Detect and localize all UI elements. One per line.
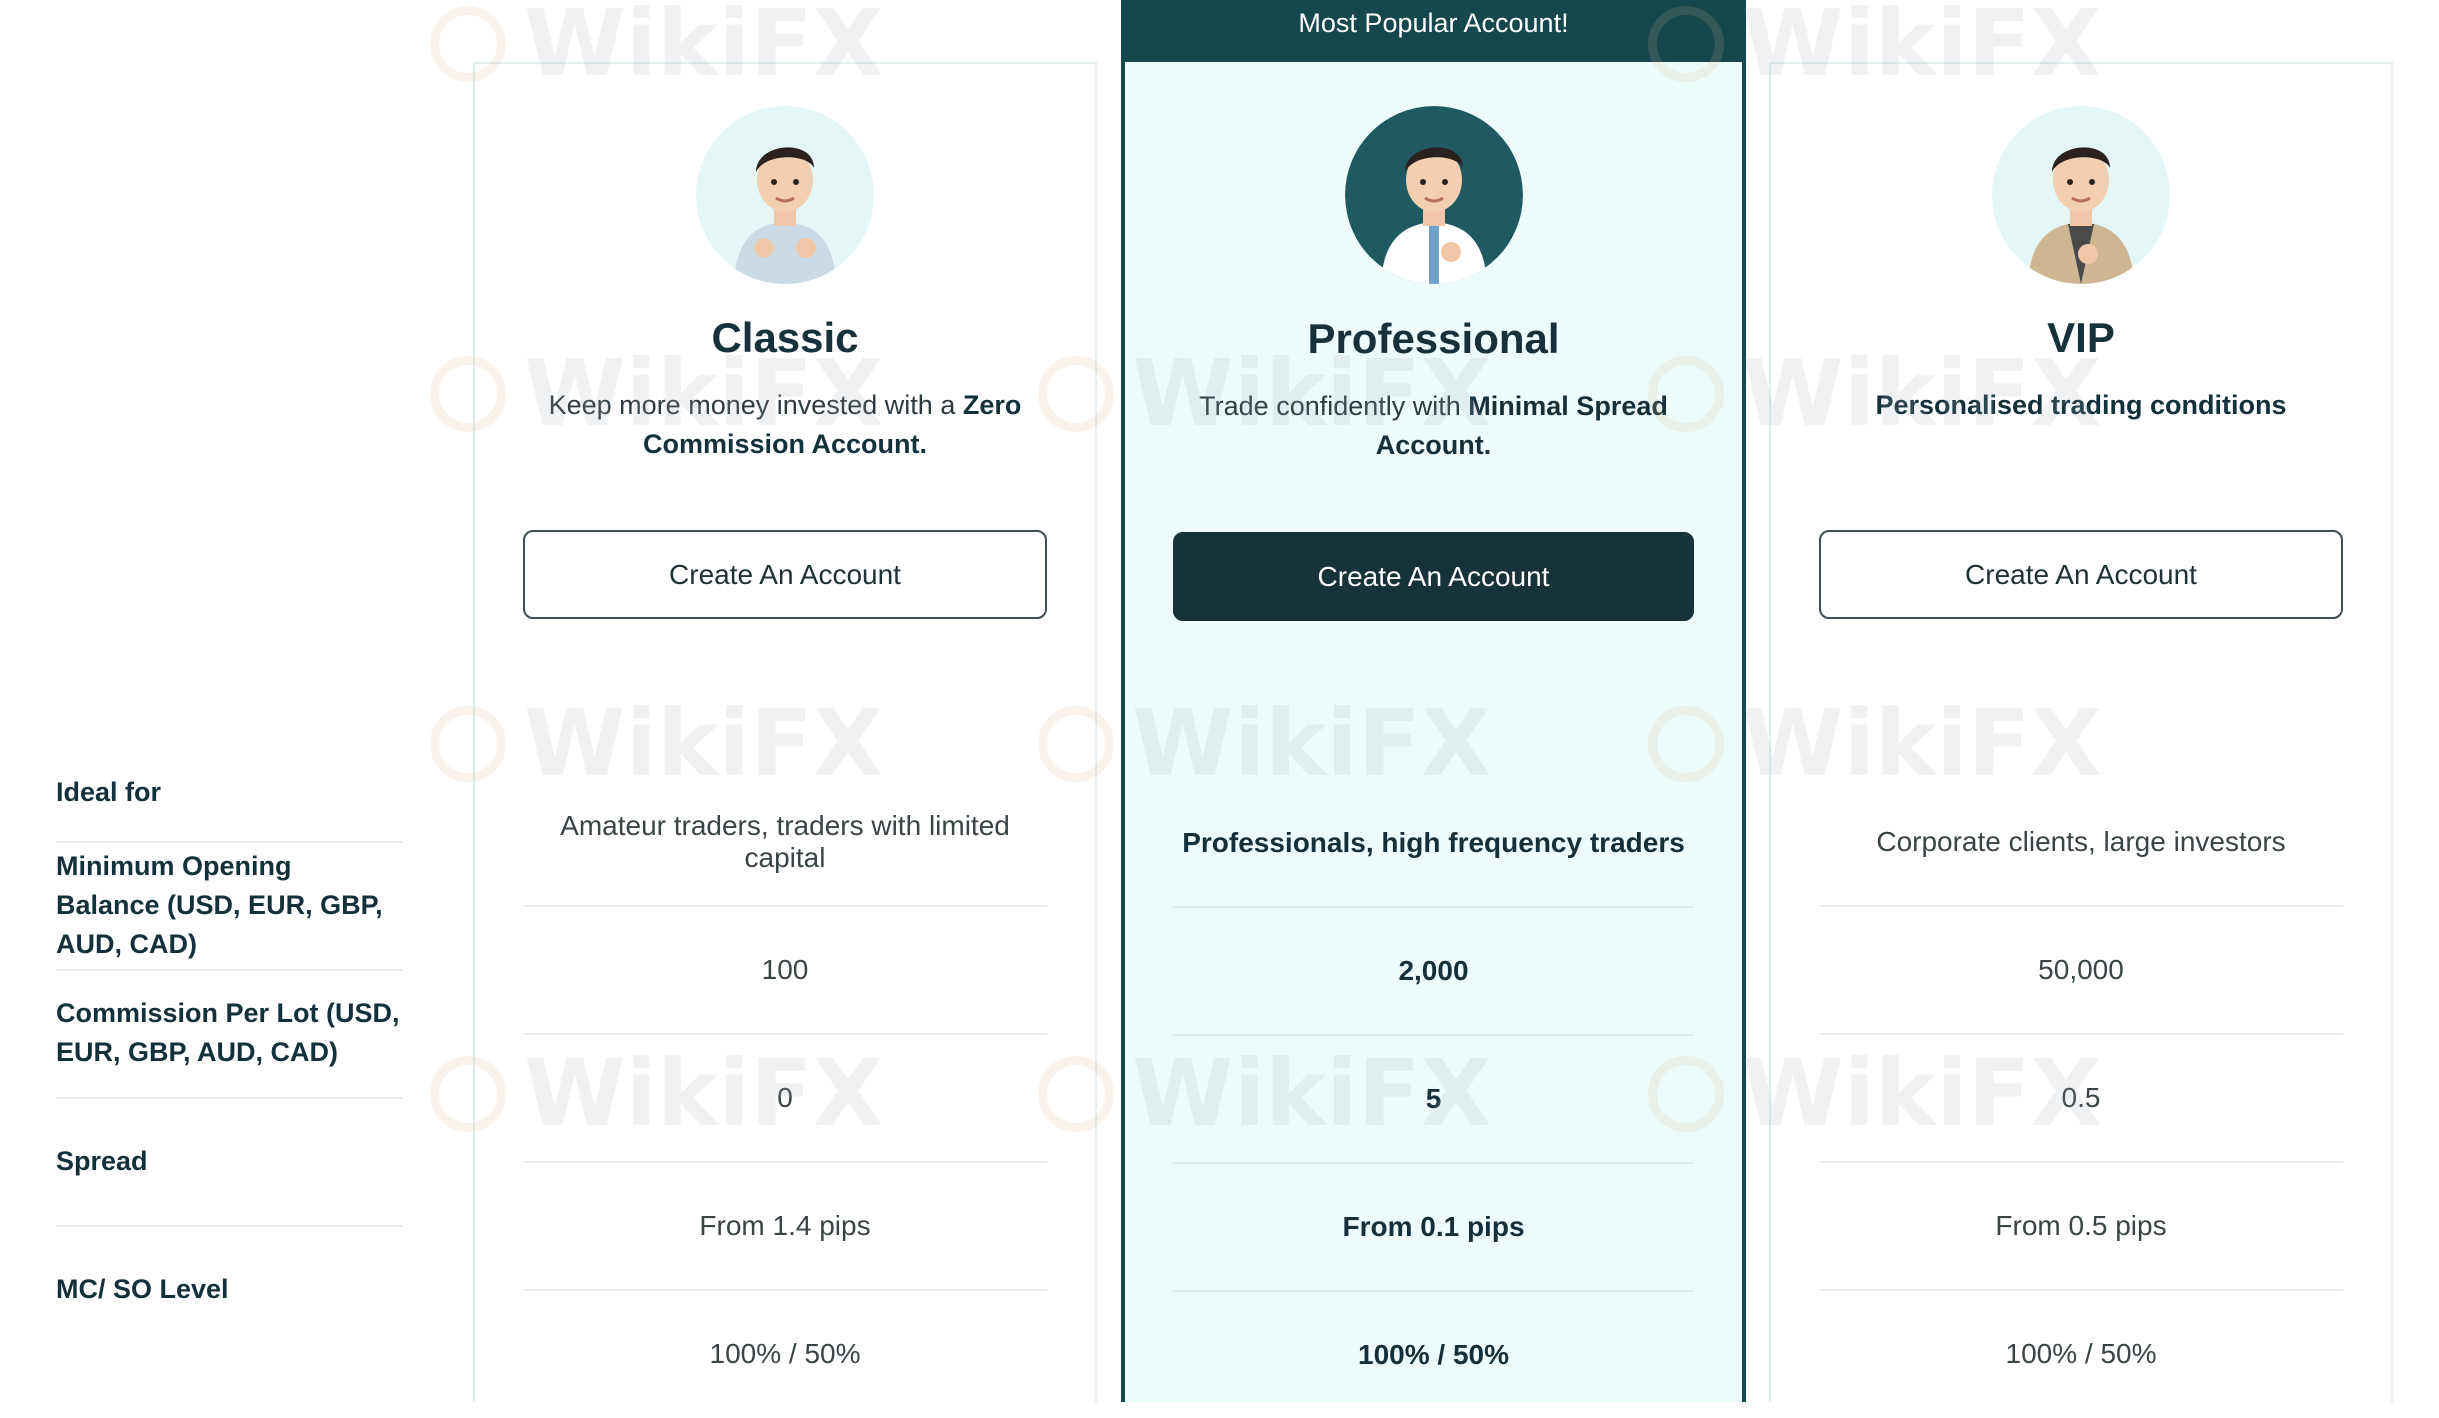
label-spread: Spread <box>56 1097 402 1227</box>
value-min-opening-balance: 2,000 <box>1173 908 1694 1036</box>
value-spread: From 0.1 pips <box>1173 1164 1694 1292</box>
create-account-button[interactable]: Create An Account <box>1819 530 2343 619</box>
value-min-opening-balance: 50,000 <box>1819 907 2343 1035</box>
value-ideal-for: Amateur traders, traders with limited ca… <box>523 779 1047 907</box>
most-popular-banner: Most Popular Account! <box>1121 0 1746 66</box>
value-mc-so-level: 100% / 50% <box>2005 1338 2157 1369</box>
value-min-opening-balance: 100 <box>523 907 1047 1035</box>
label-mc-so-level: MC/ SO Level <box>56 1273 229 1304</box>
value-ideal-for: Corporate clients, large investors <box>1819 779 2343 907</box>
plan-title: Professional <box>1307 315 1560 362</box>
value-spread: From 0.5 pips <box>1819 1163 2343 1291</box>
value-commission: 0.5 <box>1819 1035 2343 1163</box>
value-ideal-for: Professionals, high frequency traders <box>1173 780 1694 908</box>
plan-title: VIP <box>2047 314 2115 361</box>
value-commission: 0 <box>523 1035 1047 1163</box>
vip-avatar <box>1992 106 2170 284</box>
classic-avatar <box>696 106 874 284</box>
plan-description: Keep more money invested with a Zero Com… <box>548 390 1022 459</box>
label-ideal-for: Ideal for <box>56 776 162 807</box>
label-commission-per-lot: Commission Per Lot (USD, EUR, GBP, AUD, … <box>56 969 402 1099</box>
plan-card-professional: Professional Trade confidently with Mini… <box>1121 62 1746 1402</box>
create-account-button[interactable]: Create An Account <box>1173 532 1694 621</box>
label-min-opening-balance: Minimum Opening Balance (USD, EUR, GBP, … <box>56 841 402 971</box>
plan-title: Classic <box>711 314 859 361</box>
value-mc-so-level: 100% / 50% <box>1358 1339 1509 1370</box>
plan-card-vip: VIP Personalised trading conditions Crea… <box>1769 62 2393 1402</box>
account-comparison: Ideal for Minimum Opening Balance (USD, … <box>0 0 2439 1402</box>
value-commission: 5 <box>1173 1036 1694 1164</box>
value-mc-so-level: 100% / 50% <box>709 1338 861 1369</box>
professional-avatar <box>1344 106 1523 284</box>
value-spread: From 1.4 pips <box>523 1163 1047 1291</box>
label-divider <box>56 841 402 843</box>
plan-description: Personalised trading conditions <box>1875 390 2287 420</box>
plan-card-classic: Classic Keep more money invested with a … <box>473 62 1097 1402</box>
create-account-button[interactable]: Create An Account <box>523 530 1047 619</box>
plan-description: Trade confidently with Minimal Spread Ac… <box>1199 391 1668 460</box>
